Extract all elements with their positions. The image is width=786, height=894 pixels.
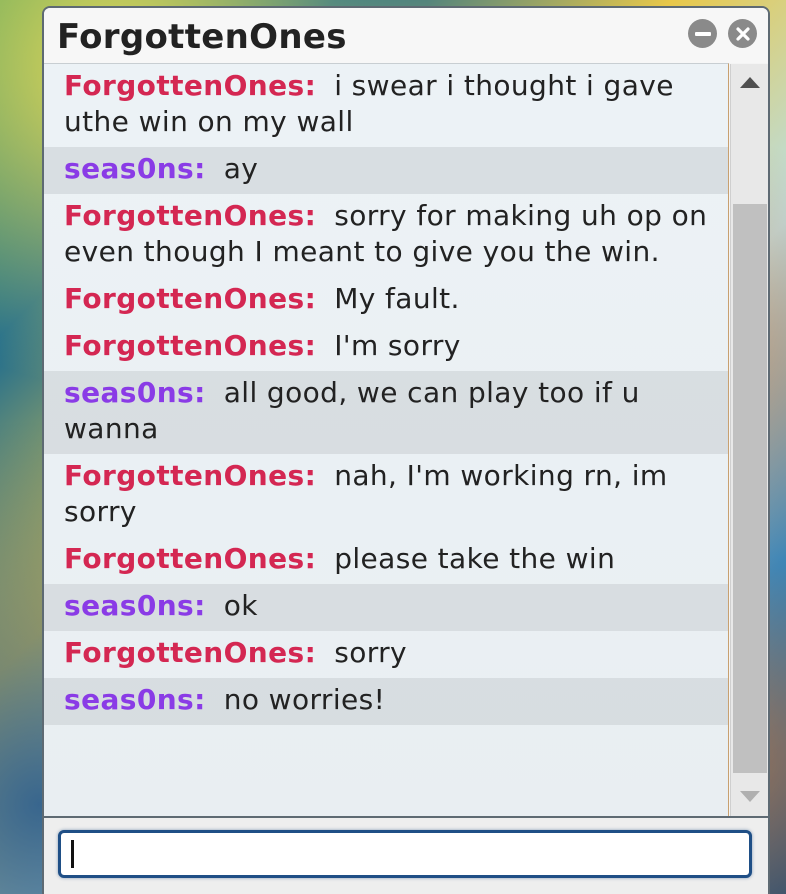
chat-message: seas0ns: ay — [44, 147, 728, 194]
message-log[interactable]: ForgottenOnes: i swear i thought i gave u… — [44, 63, 729, 817]
chat-message: ForgottenOnes: please take the win — [44, 537, 728, 584]
chat-message: ForgottenOnes: sorry — [44, 631, 728, 678]
chat-message: seas0ns: ok — [44, 584, 728, 631]
chat-input[interactable] — [58, 830, 752, 878]
message-username[interactable]: ForgottenOnes: — [64, 636, 316, 669]
minimize-icon — [694, 31, 711, 36]
chat-message: ForgottenOnes: i swear i thought i gave u… — [44, 64, 728, 147]
scroll-up-button[interactable] — [731, 64, 768, 102]
message-username[interactable]: seas0ns: — [64, 376, 206, 409]
scroll-down-button[interactable] — [731, 778, 768, 816]
message-username[interactable]: seas0ns: — [64, 683, 206, 716]
message-text: I'm sorry — [334, 329, 461, 362]
message-text: My fault. — [334, 282, 460, 315]
chat-message: seas0ns: all good, we can play too if u w… — [44, 371, 728, 454]
chat-message: ForgottenOnes: nah, I'm working rn, im so… — [44, 454, 728, 537]
chat-window: ForgottenOnes ForgottenOnes: i swear i th… — [42, 6, 770, 894]
message-username[interactable]: ForgottenOnes: — [64, 282, 316, 315]
window-title: ForgottenOnes — [57, 17, 347, 57]
message-username[interactable]: ForgottenOnes: — [64, 69, 316, 102]
message-username[interactable]: seas0ns: — [64, 589, 206, 622]
message-text: no worries! — [223, 683, 386, 716]
message-username[interactable]: ForgottenOnes: — [64, 459, 316, 492]
chat-message: ForgottenOnes: sorry for making uh op on … — [44, 194, 728, 277]
chat-message: ForgottenOnes: I'm sorry — [44, 324, 728, 371]
close-button[interactable] — [728, 19, 757, 48]
minimize-button[interactable] — [688, 19, 717, 48]
message-text: please take the win — [334, 542, 616, 575]
chat-message: seas0ns: no worries! — [44, 678, 728, 725]
message-username[interactable]: ForgottenOnes: — [64, 199, 316, 232]
input-bar — [44, 816, 768, 894]
text-cursor — [71, 840, 74, 868]
scrollbar[interactable] — [730, 64, 768, 816]
message-username[interactable]: seas0ns: — [64, 152, 206, 185]
title-bar[interactable]: ForgottenOnes — [44, 8, 768, 63]
message-text: sorry — [334, 636, 408, 669]
close-icon — [735, 26, 750, 41]
message-text: ay — [223, 152, 259, 185]
scrollbar-thumb[interactable] — [733, 204, 767, 773]
message-username[interactable]: ForgottenOnes: — [64, 329, 316, 362]
chat-message: ForgottenOnes: My fault. — [44, 277, 728, 324]
message-username[interactable]: ForgottenOnes: — [64, 542, 316, 575]
message-text: ok — [223, 589, 258, 622]
